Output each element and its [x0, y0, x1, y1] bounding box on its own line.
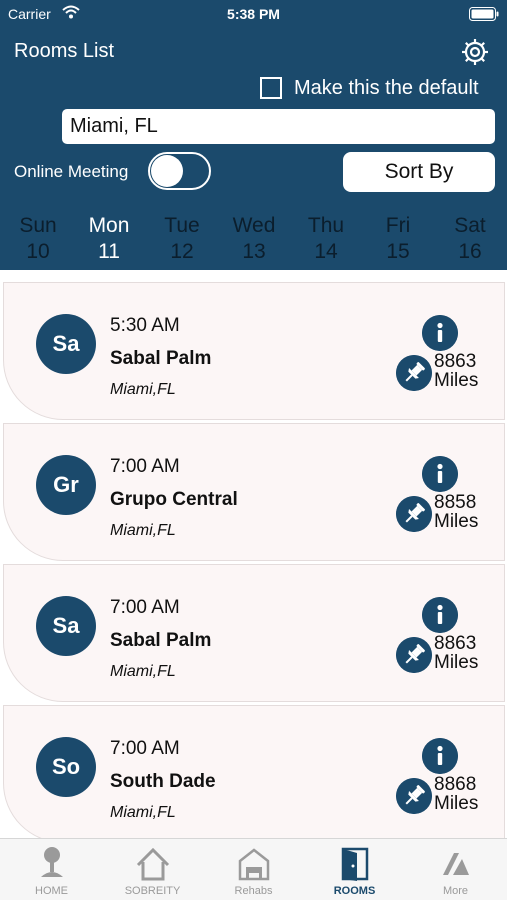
rooms-list[interactable]: Sa 5:30 AM Sabal Palm Miami,FL 8863 Mile… [0, 282, 507, 838]
status-bar: Carrier 5:38 PM [0, 0, 507, 28]
distance-unit: Miles [434, 652, 479, 673]
room-card[interactable]: Sa 5:30 AM Sabal Palm Miami,FL 8863 Mile… [3, 282, 505, 420]
pin-icon[interactable] [396, 778, 432, 814]
clock: 5:38 PM [227, 6, 280, 22]
day-name: Sat [454, 214, 486, 237]
day-date: 11 [98, 240, 120, 263]
tab-home[interactable]: HOME [1, 839, 102, 900]
home-icon [41, 847, 63, 877]
tab-more[interactable]: More [405, 839, 506, 900]
room-name: South Dade [110, 771, 216, 792]
tab-label: HOME [35, 885, 68, 897]
sort-by-label: Sort By [384, 160, 454, 183]
day-sat[interactable]: Sat 16 [434, 213, 506, 265]
tab-rooms[interactable]: ROOMS [304, 839, 405, 900]
room-time: 7:00 AM [110, 597, 180, 618]
tab-label: Rehabs [234, 885, 273, 897]
day-date: 10 [26, 240, 50, 263]
day-sun[interactable]: Sun 10 [2, 213, 74, 265]
day-wed[interactable]: Wed 13 [218, 213, 290, 265]
tab-label: More [442, 885, 469, 897]
day-date: 12 [170, 240, 194, 263]
online-meeting-label: Online Meeting [14, 162, 129, 181]
day-selector: Sun 10 Mon 11 Tue 12 Wed 13 Thu 14 Fri 1… [0, 213, 507, 267]
toggle-knob [151, 155, 183, 187]
avatar-initials: Gr [53, 472, 79, 497]
room-city: Miami,FL [110, 381, 176, 398]
avatar: Sa [36, 314, 96, 374]
avatar: So [36, 737, 96, 797]
gear-icon[interactable] [460, 37, 490, 67]
room-time: 7:00 AM [110, 456, 180, 477]
info-icon[interactable] [422, 456, 458, 492]
room-name: Sabal Palm [110, 630, 212, 651]
tab-sobreity[interactable]: SOBREITY [102, 839, 203, 900]
room-time: 7:00 AM [110, 738, 180, 759]
default-label: Make this the default [294, 76, 479, 99]
day-date: 15 [386, 240, 410, 263]
avatar: Gr [36, 455, 96, 515]
room-card[interactable]: Gr 7:00 AM Grupo Central Miami,FL 8858 M… [3, 423, 505, 561]
sort-by-button[interactable]: Sort By [343, 152, 495, 192]
battery-icon [469, 7, 499, 21]
page-title: Rooms List [14, 40, 115, 62]
avatar: Sa [36, 596, 96, 656]
default-checkbox[interactable] [260, 77, 282, 99]
distance-unit: Miles [434, 793, 479, 814]
room-distance: 8858 Miles [434, 493, 478, 531]
tab-bar: HOME SOBREITY Rehabs ROOMS More [0, 838, 507, 900]
pin-icon[interactable] [396, 355, 432, 391]
room-name: Grupo Central [110, 489, 238, 510]
rooms-icon [341, 847, 369, 881]
day-fri[interactable]: Fri 15 [362, 213, 434, 265]
info-icon[interactable] [422, 597, 458, 633]
day-name: Fri [385, 214, 411, 237]
info-icon[interactable] [422, 738, 458, 774]
day-date: 14 [314, 240, 338, 263]
room-distance: 8863 Miles [434, 352, 478, 390]
room-time: 5:30 AM [110, 315, 180, 336]
distance-value: 8863 [434, 633, 477, 654]
avatar-initials: So [51, 754, 81, 779]
tab-label: SOBREITY [124, 885, 181, 897]
day-name: Thu [307, 214, 345, 237]
room-card[interactable]: Sa 7:00 AM Sabal Palm Miami,FL 8863 Mile… [3, 564, 505, 702]
room-city: Miami,FL [110, 804, 176, 821]
tab-rehabs[interactable]: Rehabs [203, 839, 304, 900]
distance-value: 8863 [434, 351, 477, 372]
header: Carrier 5:38 PM Rooms List Make this the… [0, 0, 507, 270]
room-distance: 8868 Miles [434, 775, 478, 813]
location-value: Miami, FL [70, 115, 158, 137]
distance-unit: Miles [434, 511, 479, 532]
pin-icon[interactable] [396, 496, 432, 532]
room-city: Miami,FL [110, 663, 176, 680]
day-tue[interactable]: Tue 12 [146, 213, 218, 265]
day-date: 16 [458, 240, 482, 263]
room-card[interactable]: So 7:00 AM South Dade Miami,FL 8868 Mile… [3, 705, 505, 838]
rehabs-icon [238, 848, 270, 881]
sobreity-icon [136, 847, 170, 881]
online-meeting-toggle[interactable] [148, 152, 211, 190]
day-name: Sun [19, 214, 57, 237]
day-name: Wed [232, 214, 276, 237]
room-distance: 8863 Miles [434, 634, 478, 672]
distance-value: 8858 [434, 492, 477, 513]
distance-unit: Miles [434, 370, 479, 391]
room-name: Sabal Palm [110, 348, 212, 369]
location-input[interactable]: Miami, FL [62, 109, 495, 144]
pin-icon[interactable] [396, 637, 432, 673]
more-icon [443, 853, 469, 875]
info-icon[interactable] [422, 315, 458, 351]
default-toggle-row[interactable]: Make this the default [260, 76, 479, 100]
day-date: 13 [242, 240, 266, 263]
avatar-initials: Sa [52, 331, 80, 356]
avatar-initials: Sa [52, 613, 80, 638]
distance-value: 8868 [434, 774, 477, 795]
day-thu[interactable]: Thu 14 [290, 213, 362, 265]
day-name: Mon [88, 214, 130, 237]
day-name: Tue [164, 214, 200, 237]
day-mon[interactable]: Mon 11 [73, 213, 145, 265]
room-city: Miami,FL [110, 522, 176, 539]
tab-label: ROOMS [333, 885, 376, 897]
